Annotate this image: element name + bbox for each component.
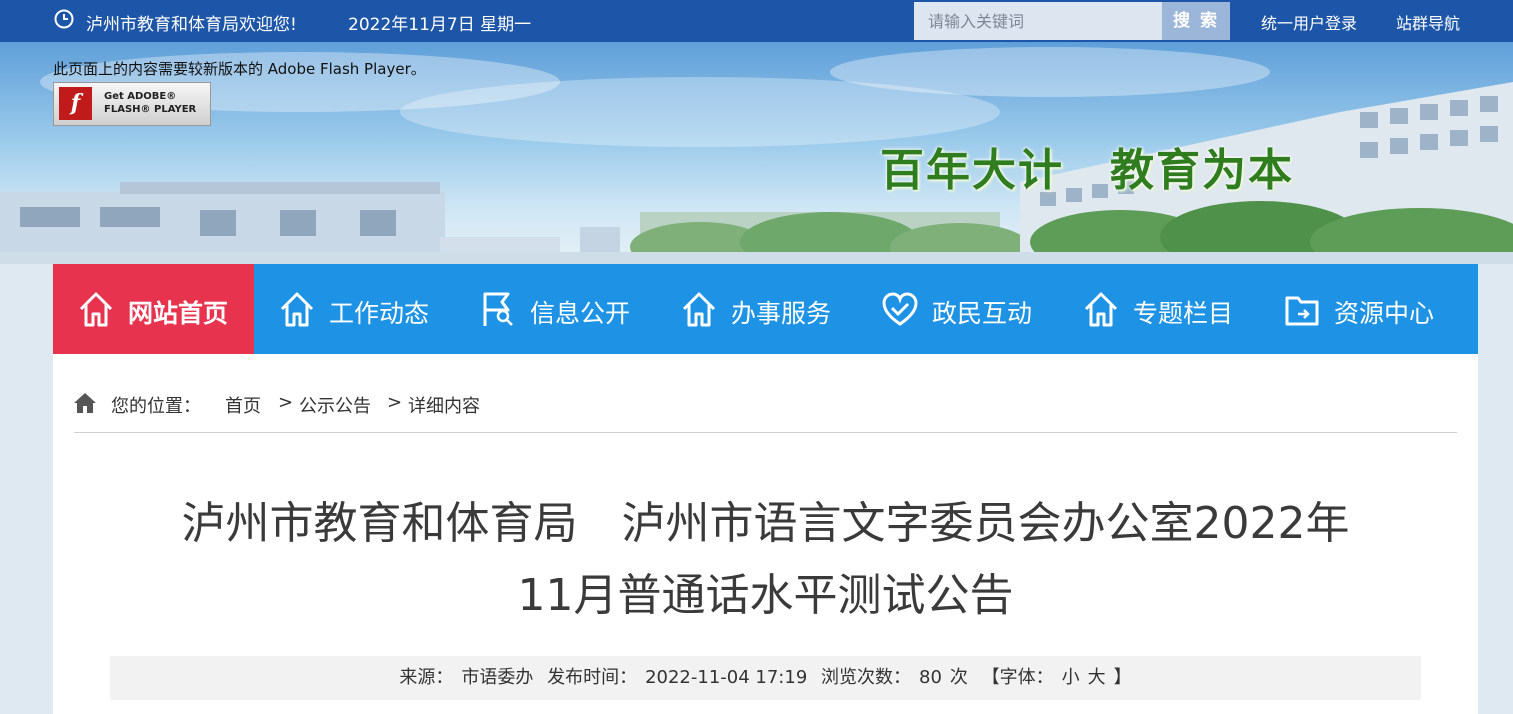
divider bbox=[74, 432, 1457, 433]
nav-item-interaction[interactable]: 政民互动 bbox=[857, 264, 1058, 354]
nav-label: 工作动态 bbox=[329, 299, 430, 328]
source-label: 来源： bbox=[399, 667, 454, 688]
home-icon bbox=[74, 393, 96, 413]
clock-icon bbox=[54, 9, 74, 29]
top-bar: 泸州市教育和体育局欢迎您! 2022年11月7日 星期一 搜 索 统一用户登录 … bbox=[0, 0, 1513, 42]
flash-button-line2: FLASH® PLAYER bbox=[104, 104, 197, 115]
nav-item-special-topics[interactable]: 专题栏目 bbox=[1058, 264, 1259, 354]
folder-icon bbox=[1285, 296, 1319, 326]
breadcrumb-current: 详细内容 bbox=[408, 396, 480, 417]
views-count: 80 bbox=[919, 667, 942, 688]
nav-item-home[interactable]: 网站首页 bbox=[53, 264, 254, 354]
home-icon bbox=[280, 292, 314, 327]
banner-slogan: 百年大计 教育为本 bbox=[880, 145, 1294, 196]
nav-item-resource-center[interactable]: 资源中心 bbox=[1259, 264, 1460, 354]
main-nav: 网站首页 工作动态 信息公开 办事服务 政民互动 专题栏目 资源中心 bbox=[53, 264, 1478, 354]
nav-label: 网站首页 bbox=[128, 299, 229, 328]
views-label: 浏览次数： bbox=[821, 667, 912, 688]
font-large-button[interactable]: 大 bbox=[1088, 667, 1106, 688]
breadcrumb-separator: > bbox=[278, 392, 294, 413]
views-unit: 次 bbox=[949, 667, 968, 688]
breadcrumb-separator: > bbox=[387, 392, 403, 413]
published-value: 2022-11-04 17:19 bbox=[645, 667, 808, 688]
nav-item-work-news[interactable]: 工作动态 bbox=[254, 264, 455, 354]
nav-label: 专题栏目 bbox=[1133, 299, 1234, 328]
font-size-close: 】 bbox=[1113, 667, 1132, 688]
welcome-text: 泸州市教育和体育局欢迎您! bbox=[86, 15, 297, 35]
nav-item-info-disclosure[interactable]: 信息公开 bbox=[455, 264, 656, 354]
article-title: 泸州市教育和体育局 泸州市语言文字委员会办公室2022年 11月普通话水平测试公… bbox=[113, 488, 1418, 632]
source-value: 市语委办 bbox=[461, 667, 534, 688]
header-banner: 此页面上的内容需要较新版本的 Adobe Flash Player。 f Get… bbox=[0, 42, 1513, 264]
get-flash-player-button[interactable]: f Get ADOBE® FLASH® PLAYER bbox=[53, 82, 211, 126]
breadcrumb-home[interactable]: 首页 bbox=[225, 392, 261, 418]
article-title-line1: 泸州市教育和体育局 泸州市语言文字委员会办公室2022年 bbox=[181, 498, 1350, 549]
site-group-nav-link[interactable]: 站群导航 bbox=[1396, 10, 1460, 34]
font-size-label: 【字体： bbox=[981, 667, 1054, 688]
nav-item-services[interactable]: 办事服务 bbox=[656, 264, 857, 354]
flash-logo-icon: f bbox=[59, 87, 92, 120]
breadcrumb-prefix: 您的位置： bbox=[111, 396, 201, 417]
nav-label: 政民互动 bbox=[932, 299, 1033, 328]
search-button[interactable]: 搜 索 bbox=[1162, 2, 1230, 40]
unified-login-link[interactable]: 统一用户登录 bbox=[1261, 10, 1357, 34]
published-label: 发布时间： bbox=[547, 667, 638, 688]
search-input[interactable] bbox=[914, 2, 1162, 40]
article-meta: 来源： 市语委办 发布时间： 2022-11-04 17:19 浏览次数： 80 次 【… bbox=[110, 656, 1421, 700]
heart-icon bbox=[882, 292, 918, 326]
nav-label: 信息公开 bbox=[530, 299, 631, 328]
flash-notice: 此页面上的内容需要较新版本的 Adobe Flash Player。 bbox=[53, 60, 426, 78]
breadcrumb-section[interactable]: 公示公告 bbox=[299, 392, 371, 418]
nav-label: 资源中心 bbox=[1334, 299, 1435, 328]
home-icon bbox=[682, 292, 716, 327]
article-title-line2: 11月普通话水平测试公告 bbox=[517, 570, 1014, 621]
flag-search-icon bbox=[483, 292, 513, 326]
article-content: 您的位置： 首页 > 公示公告 > 详细内容 泸州市教育和体育局 泸州市语言文字… bbox=[53, 354, 1478, 714]
home-icon bbox=[79, 292, 113, 327]
font-small-button[interactable]: 小 bbox=[1062, 667, 1080, 688]
current-date: 2022年11月7日 星期一 bbox=[348, 15, 532, 35]
home-icon bbox=[1084, 292, 1118, 327]
flash-button-line1: Get ADOBE® bbox=[104, 91, 177, 102]
nav-label: 办事服务 bbox=[731, 299, 832, 328]
